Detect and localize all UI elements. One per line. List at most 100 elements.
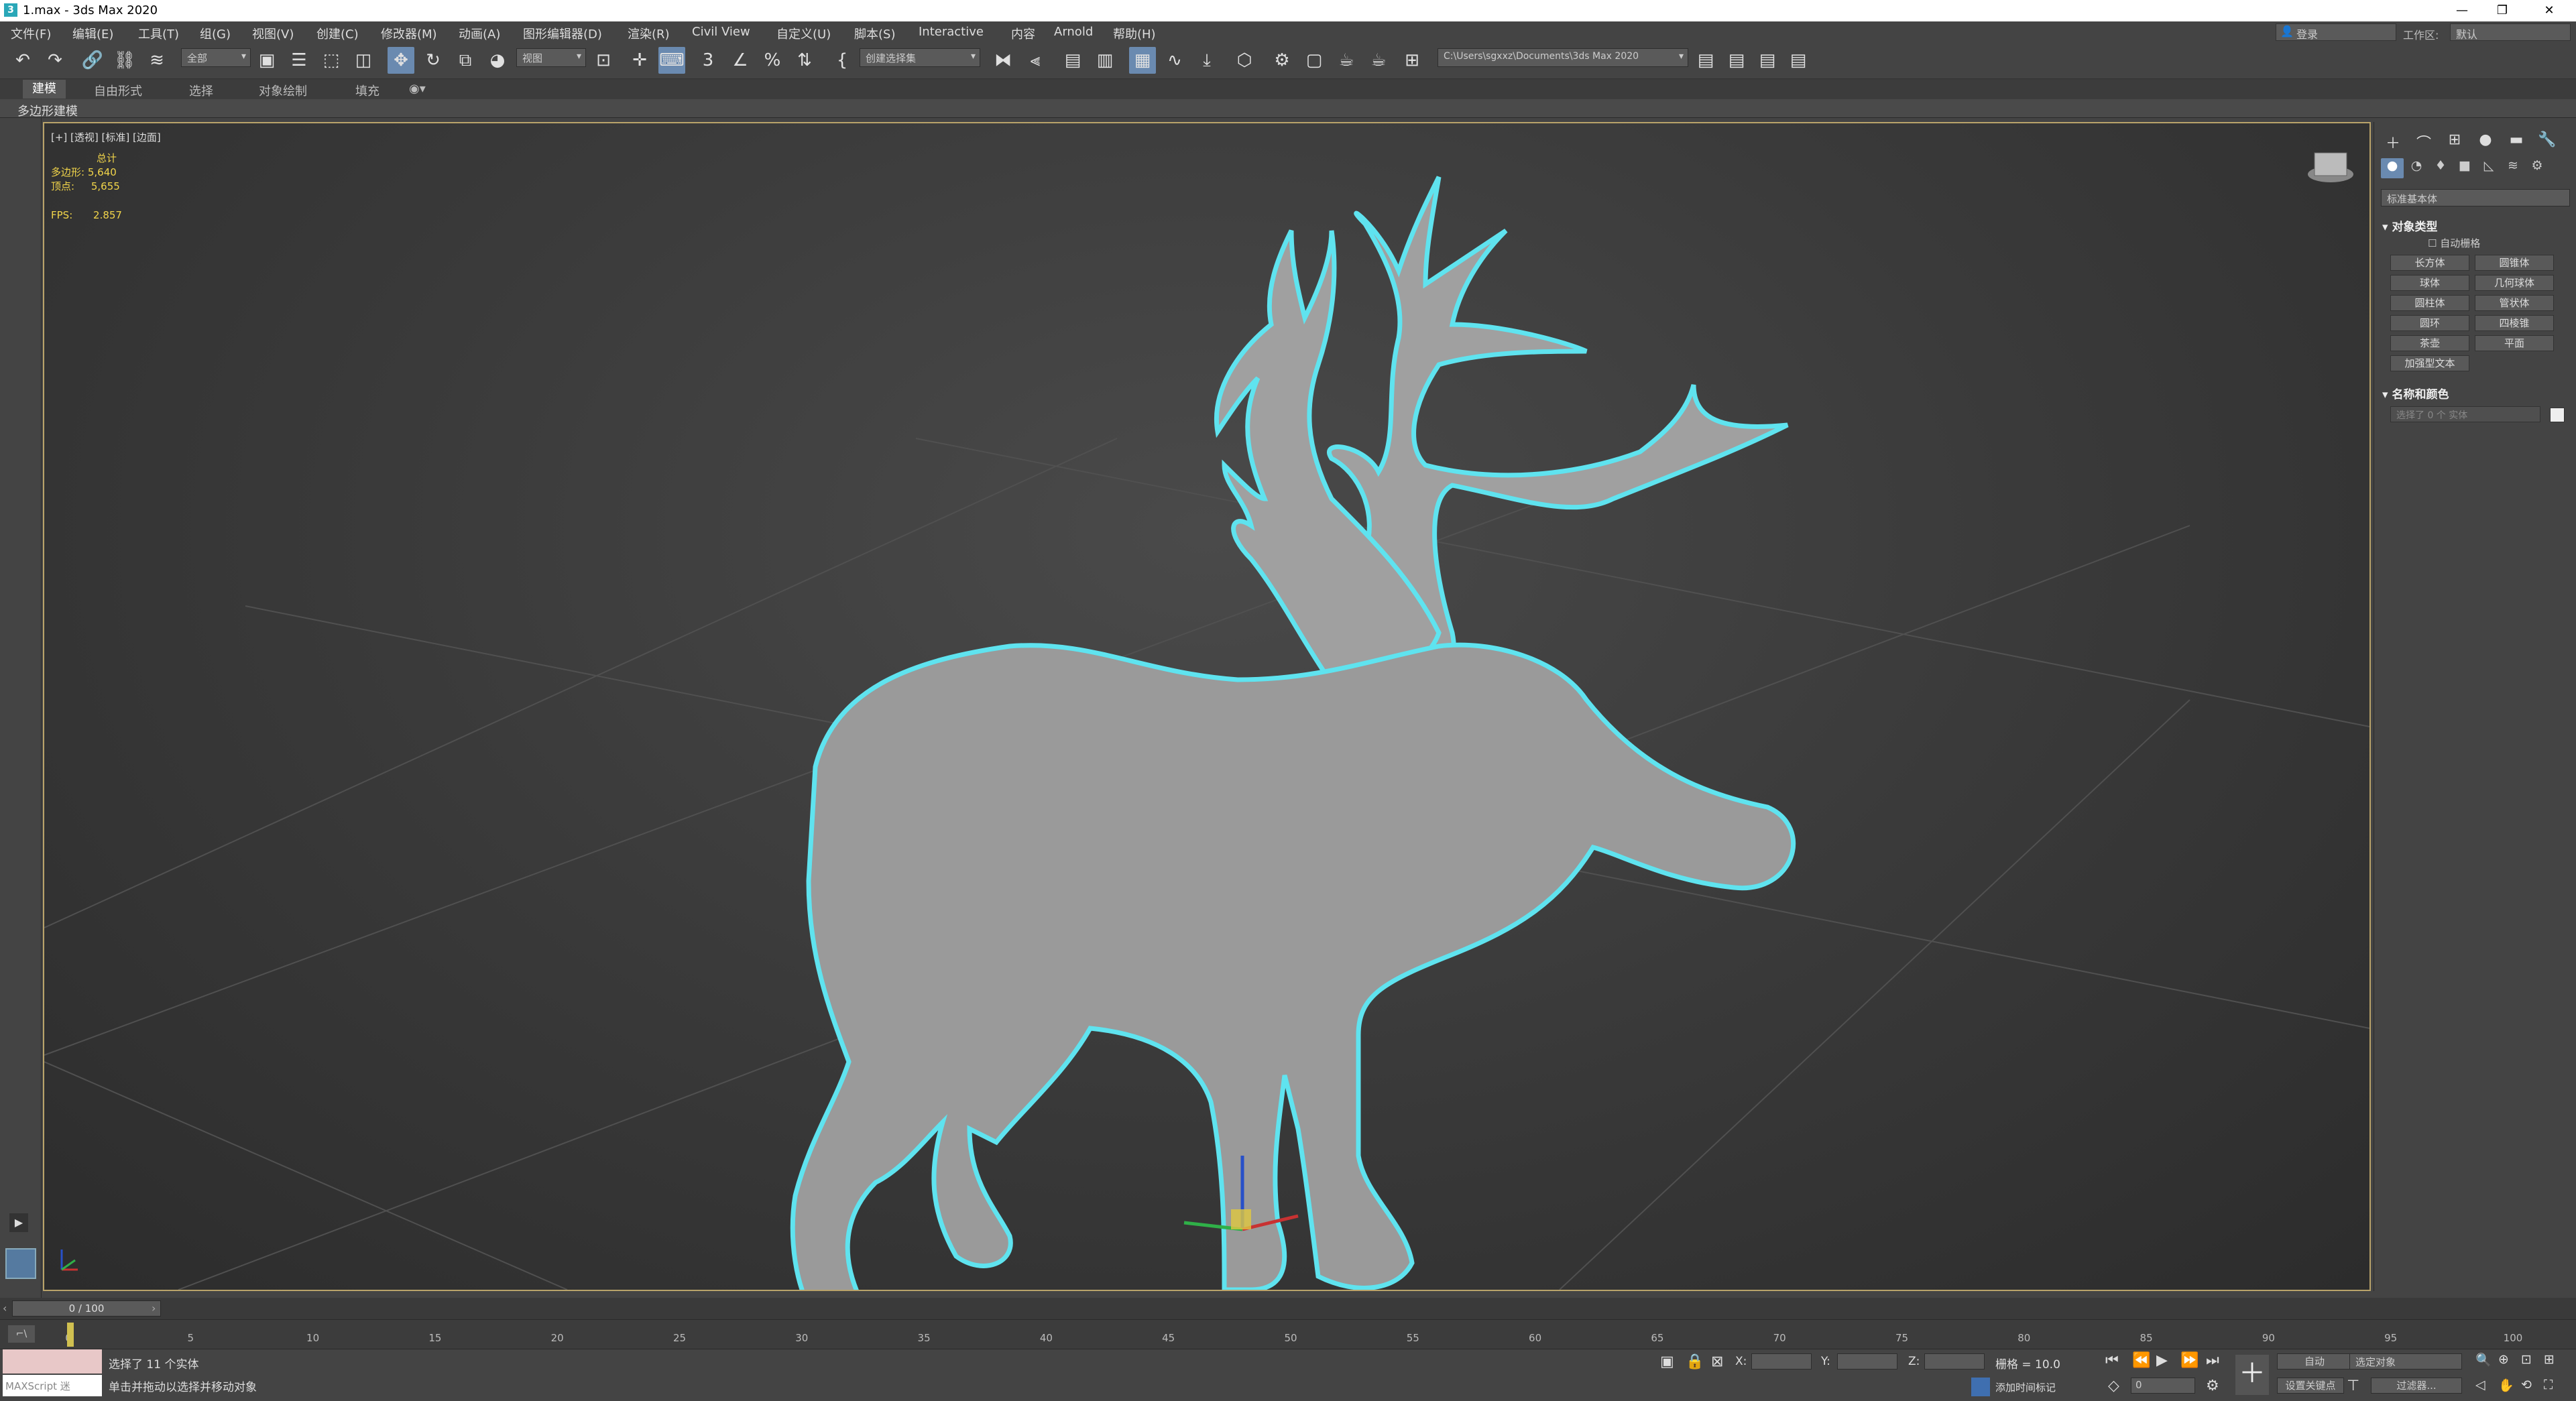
menu-civil-view[interactable]: Civil View bbox=[692, 25, 750, 39]
textplus-button[interactable]: 加强型文本 bbox=[2390, 355, 2469, 371]
y-coord-field[interactable] bbox=[1837, 1353, 1897, 1369]
motion-tab-icon[interactable]: ● bbox=[2473, 131, 2498, 151]
tab-freeform[interactable]: 自由形式 bbox=[94, 82, 142, 99]
named-selection-dropdown[interactable]: 创建选择集 bbox=[860, 48, 980, 67]
rendered-frame-icon[interactable]: ▢ bbox=[1301, 47, 1328, 74]
window-crossing-icon[interactable]: ◫ bbox=[350, 47, 377, 74]
time-config-icon[interactable]: ⚙ bbox=[2206, 1378, 2219, 1394]
render-iterative-icon[interactable]: ☕ bbox=[1365, 47, 1392, 74]
ribbon-options-icon[interactable]: ◉▾ bbox=[409, 82, 426, 96]
curve-editor-icon[interactable]: ∿ bbox=[1161, 47, 1188, 74]
x-coord-field[interactable] bbox=[1751, 1353, 1812, 1369]
next-frame-icon[interactable]: ⏩ bbox=[2180, 1352, 2199, 1369]
lights-icon[interactable]: ♦ bbox=[2429, 158, 2452, 178]
maxscript-listener-mini[interactable] bbox=[3, 1349, 102, 1374]
cameras-icon[interactable]: ■ bbox=[2453, 158, 2476, 178]
select-place-icon[interactable]: ◕ bbox=[484, 47, 511, 74]
render-setup-icon[interactable]: ⚙ bbox=[1269, 47, 1295, 74]
orbit-icon[interactable]: ⟲ bbox=[2521, 1378, 2532, 1392]
menu-interactive[interactable]: Interactive bbox=[919, 25, 984, 39]
spinner-snap-icon[interactable]: ⇅ bbox=[791, 47, 818, 74]
goto-end-icon[interactable]: ⏭ bbox=[2206, 1352, 2219, 1369]
key-filters-button[interactable]: 过滤器... bbox=[2371, 1378, 2462, 1394]
schematic-view-icon[interactable]: ⤓ bbox=[1193, 47, 1220, 74]
polygon-modeling-label[interactable]: 多边形建模 bbox=[17, 102, 78, 119]
maximize-button[interactable]: ❐ bbox=[2482, 0, 2522, 21]
viewport-layout-icon[interactable] bbox=[5, 1248, 36, 1279]
menu-help[interactable]: 帮助(H) bbox=[1113, 25, 1156, 42]
cone-button[interactable]: 圆锥体 bbox=[2475, 255, 2554, 271]
name-color-title[interactable]: 名称和颜色 bbox=[2392, 388, 2449, 402]
keyboard-shortcut-icon[interactable]: ⌨ bbox=[658, 47, 685, 74]
minimize-button[interactable]: — bbox=[2442, 0, 2482, 21]
edit-named-selections-icon[interactable]: { bbox=[829, 47, 856, 74]
manipulate-icon[interactable]: ✛ bbox=[626, 47, 653, 74]
collapse-icon[interactable]: ▾ bbox=[2382, 388, 2392, 402]
maxscript-input[interactable]: MAXScript 迷 bbox=[3, 1375, 102, 1396]
project-icon-3[interactable]: ▤ bbox=[1754, 47, 1781, 74]
login-dropdown[interactable]: 👤 登录 bbox=[2276, 23, 2396, 41]
plane-button[interactable]: 平面 bbox=[2475, 335, 2554, 351]
play-icon[interactable]: ▶ bbox=[2156, 1352, 2168, 1369]
absolute-mode-icon[interactable]: ⊠ bbox=[1711, 1353, 1723, 1370]
selection-filter-dropdown[interactable]: 全部 bbox=[181, 48, 251, 67]
menu-customize[interactable]: 自定义(U) bbox=[776, 25, 831, 42]
menu-arnold[interactable]: Arnold bbox=[1054, 25, 1093, 39]
slider-prev-icon[interactable]: ‹ bbox=[3, 1302, 7, 1315]
tab-object-paint[interactable]: 对象绘制 bbox=[259, 82, 307, 99]
rect-region-icon[interactable]: ⬚ bbox=[318, 47, 345, 74]
layer-explorer-icon[interactable]: ▥ bbox=[1092, 47, 1118, 74]
current-frame-marker[interactable] bbox=[67, 1323, 74, 1347]
viewcube-icon[interactable] bbox=[2308, 152, 2353, 182]
menu-file[interactable]: 文件(F) bbox=[11, 25, 51, 42]
teapot-button[interactable]: 茶壶 bbox=[2390, 335, 2469, 351]
project-icon-2[interactable]: ▤ bbox=[1723, 47, 1750, 74]
object-name-field[interactable]: 选择了 0 个 实体 bbox=[2390, 406, 2540, 422]
move-gizmo[interactable] bbox=[1183, 1156, 1299, 1231]
key-target-dropdown[interactable]: 选定对象 bbox=[2349, 1353, 2462, 1369]
material-editor-icon[interactable]: ⬡ bbox=[1231, 47, 1258, 74]
project-icon-4[interactable]: ▤ bbox=[1785, 47, 1812, 74]
align-icon[interactable]: ⫷ bbox=[1022, 47, 1049, 74]
undo-icon[interactable]: ↶ bbox=[9, 47, 36, 74]
collapse-icon[interactable]: ▾ bbox=[2382, 221, 2392, 234]
mirror-icon[interactable]: ⧓ bbox=[990, 47, 1016, 74]
tab-selection[interactable]: 选择 bbox=[189, 82, 213, 99]
time-slider[interactable]: ‹ 0 / 100 › bbox=[0, 1298, 2576, 1319]
render-production-icon[interactable]: ☕ bbox=[1333, 47, 1360, 74]
pyramid-button[interactable]: 四棱锥 bbox=[2475, 315, 2554, 331]
workspace-dropdown[interactable]: 默认 bbox=[2450, 23, 2571, 41]
pan-icon[interactable]: ✋ bbox=[2498, 1378, 2514, 1393]
menu-edit[interactable]: 编辑(E) bbox=[72, 25, 113, 42]
select-by-name-icon[interactable]: ☰ bbox=[286, 47, 312, 74]
ref-coord-dropdown[interactable]: 视图 bbox=[516, 48, 586, 67]
slider-next-icon[interactable]: › bbox=[152, 1302, 156, 1315]
create-tab-icon[interactable]: ＋ bbox=[2381, 131, 2405, 152]
spacewarps-icon[interactable]: ≋ bbox=[2502, 158, 2524, 178]
cylinder-button[interactable]: 圆柱体 bbox=[2390, 295, 2469, 311]
time-tag-icon[interactable] bbox=[1971, 1378, 1990, 1396]
menu-rendering[interactable]: 渲染(R) bbox=[628, 25, 670, 42]
object-color-swatch[interactable] bbox=[2550, 408, 2565, 422]
fov-icon[interactable]: ◁ bbox=[2475, 1378, 2485, 1392]
zoom-all-icon[interactable]: ⊕ bbox=[2498, 1352, 2509, 1367]
helpers-icon[interactable]: ◺ bbox=[2477, 158, 2500, 178]
perspective-viewport[interactable]: [+] [透视] [标准] [边面] 总计 多边形: 5,640 顶点: 5,6… bbox=[43, 122, 2371, 1291]
modify-tab-icon[interactable]: ⌒ bbox=[2412, 131, 2436, 152]
pivot-center-icon[interactable]: ⊡ bbox=[590, 47, 617, 74]
selection-lock-icon[interactable]: 🔒 bbox=[1686, 1353, 1704, 1370]
goto-start-icon[interactable]: ⏮ bbox=[2105, 1352, 2119, 1369]
redo-icon[interactable]: ↷ bbox=[42, 47, 68, 74]
display-tab-icon[interactable]: ▬ bbox=[2504, 131, 2528, 151]
menu-tools[interactable]: 工具(T) bbox=[138, 25, 179, 42]
object-category-dropdown[interactable]: 标准基本体 bbox=[2381, 189, 2570, 206]
percent-snap-icon[interactable]: % bbox=[759, 47, 786, 74]
box-button[interactable]: 长方体 bbox=[2390, 255, 2469, 271]
current-frame-field[interactable]: 0 bbox=[2131, 1378, 2195, 1394]
isolate-selection-icon[interactable]: ▣ bbox=[1660, 1353, 1674, 1370]
key-mode-icon[interactable]: ◇ bbox=[2108, 1378, 2119, 1394]
project-icon-1[interactable]: ▤ bbox=[1692, 47, 1719, 74]
track-bar[interactable]: ⌐\ 0510152025303540455055606570758085909… bbox=[0, 1319, 2576, 1349]
zoom-extents-all-icon[interactable]: ⊞ bbox=[2544, 1352, 2555, 1367]
set-key-big-icon[interactable]: ＋ bbox=[2235, 1355, 2269, 1395]
